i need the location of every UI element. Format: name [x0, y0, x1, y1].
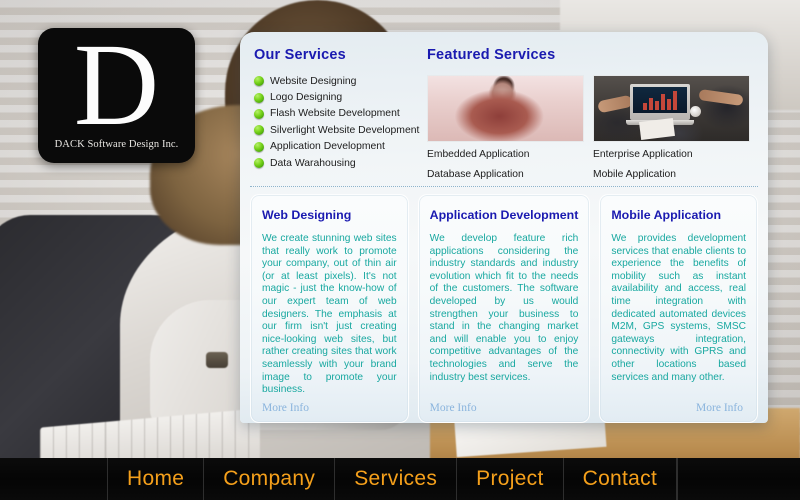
card-body: We develop feature rich applications con… [429, 233, 579, 383]
service-label: Data Warahousing [270, 157, 356, 169]
featured-caption: Database Application [427, 169, 524, 180]
green-bullet-icon [254, 158, 264, 169]
card-application-development: Application Development We develop featu… [417, 194, 591, 423]
our-services-section: Our Services Website Designing Logo Desi… [240, 47, 420, 185]
service-label: Flash Website Development [270, 108, 400, 120]
service-label: Application Development [270, 141, 385, 153]
nav-item-company[interactable]: Company [204, 458, 336, 500]
featured-item-embedded[interactable]: Embedded Application Database Applicatio… [427, 75, 584, 182]
service-item-silverlight-website-development[interactable]: Silverlight Website Development [254, 122, 420, 138]
featured-services-section: Featured Services Embedded Application D… [418, 47, 768, 185]
featured-caption: Enterprise Application [593, 149, 693, 160]
nav-item-home[interactable]: Home [108, 458, 205, 500]
nav-left-spacer [0, 458, 108, 500]
team-meeting-laptop-photo[interactable] [593, 75, 750, 142]
service-item-website-designing[interactable]: Website Designing [254, 73, 418, 89]
page-root: D DACK Software Design Inc. Our Services… [0, 0, 800, 500]
content-panel: Our Services Website Designing Logo Desi… [240, 32, 768, 423]
card-body: We provides development services that en… [611, 233, 746, 383]
nav-item-services[interactable]: Services [335, 458, 458, 500]
main-navigation: Home Company Services Project Contact [0, 458, 800, 500]
nav-right-spacer [677, 458, 800, 500]
photo-hand-right [698, 88, 744, 107]
photo-hand-left [597, 94, 633, 114]
panel-top-section: Our Services Website Designing Logo Desi… [240, 32, 768, 185]
background-wristwatch [206, 352, 228, 368]
service-item-logo-designing[interactable]: Logo Designing [254, 89, 418, 105]
card-mobile-application: Mobile Application We provides developme… [599, 194, 758, 423]
service-item-application-development[interactable]: Application Development [254, 139, 418, 155]
green-bullet-icon [254, 108, 264, 119]
photo-laptop [626, 84, 694, 125]
service-item-data-warehousing[interactable]: Data Warahousing [254, 155, 418, 171]
featured-services-grid: Embedded Application Database Applicatio… [427, 75, 768, 182]
featured-item-enterprise[interactable]: Enterprise Application Mobile Applicatio… [593, 75, 750, 182]
site-logo[interactable]: D DACK Software Design Inc. [38, 28, 195, 163]
more-info-link-application-development[interactable]: More Info [430, 402, 477, 414]
logo-tagline: DACK Software Design Inc. [54, 139, 179, 150]
card-body: We create stunning web sites that really… [262, 233, 397, 396]
service-label: Logo Designing [270, 92, 343, 104]
featured-caption: Mobile Application [593, 169, 676, 180]
section-divider [250, 186, 758, 187]
card-title: Mobile Application [611, 208, 722, 222]
photo-paper [639, 117, 675, 141]
featured-services-title: Featured Services [427, 47, 556, 63]
service-item-flash-website-development[interactable]: Flash Website Development [254, 106, 418, 122]
nav-item-project[interactable]: Project [457, 458, 564, 500]
green-bullet-icon [254, 76, 264, 87]
card-title: Application Development [429, 208, 579, 222]
photo-cup [690, 106, 701, 117]
service-label: Silverlight Website Development [270, 124, 420, 136]
nav-item-contact[interactable]: Contact [564, 458, 678, 500]
green-bullet-icon [254, 141, 264, 152]
green-bullet-icon [254, 125, 264, 136]
logo-letter-d: D [73, 28, 160, 150]
card-title: Web Designing [262, 208, 352, 222]
more-info-link-web-designing[interactable]: More Info [262, 402, 309, 414]
service-label: Website Designing [270, 75, 357, 87]
more-info-link-mobile-application[interactable]: More Info [696, 402, 743, 414]
card-web-designing: Web Designing We create stunning web sit… [250, 194, 409, 423]
our-services-list: Website Designing Logo Designing Flash W… [254, 73, 420, 171]
green-bullet-icon [254, 92, 264, 103]
photo-laptop-screen [633, 87, 687, 113]
info-cards-row: Web Designing We create stunning web sit… [240, 194, 768, 423]
our-services-title: Our Services [254, 47, 346, 63]
businessman-sepia-photo[interactable] [427, 75, 584, 142]
featured-caption: Embedded Application [427, 149, 530, 160]
